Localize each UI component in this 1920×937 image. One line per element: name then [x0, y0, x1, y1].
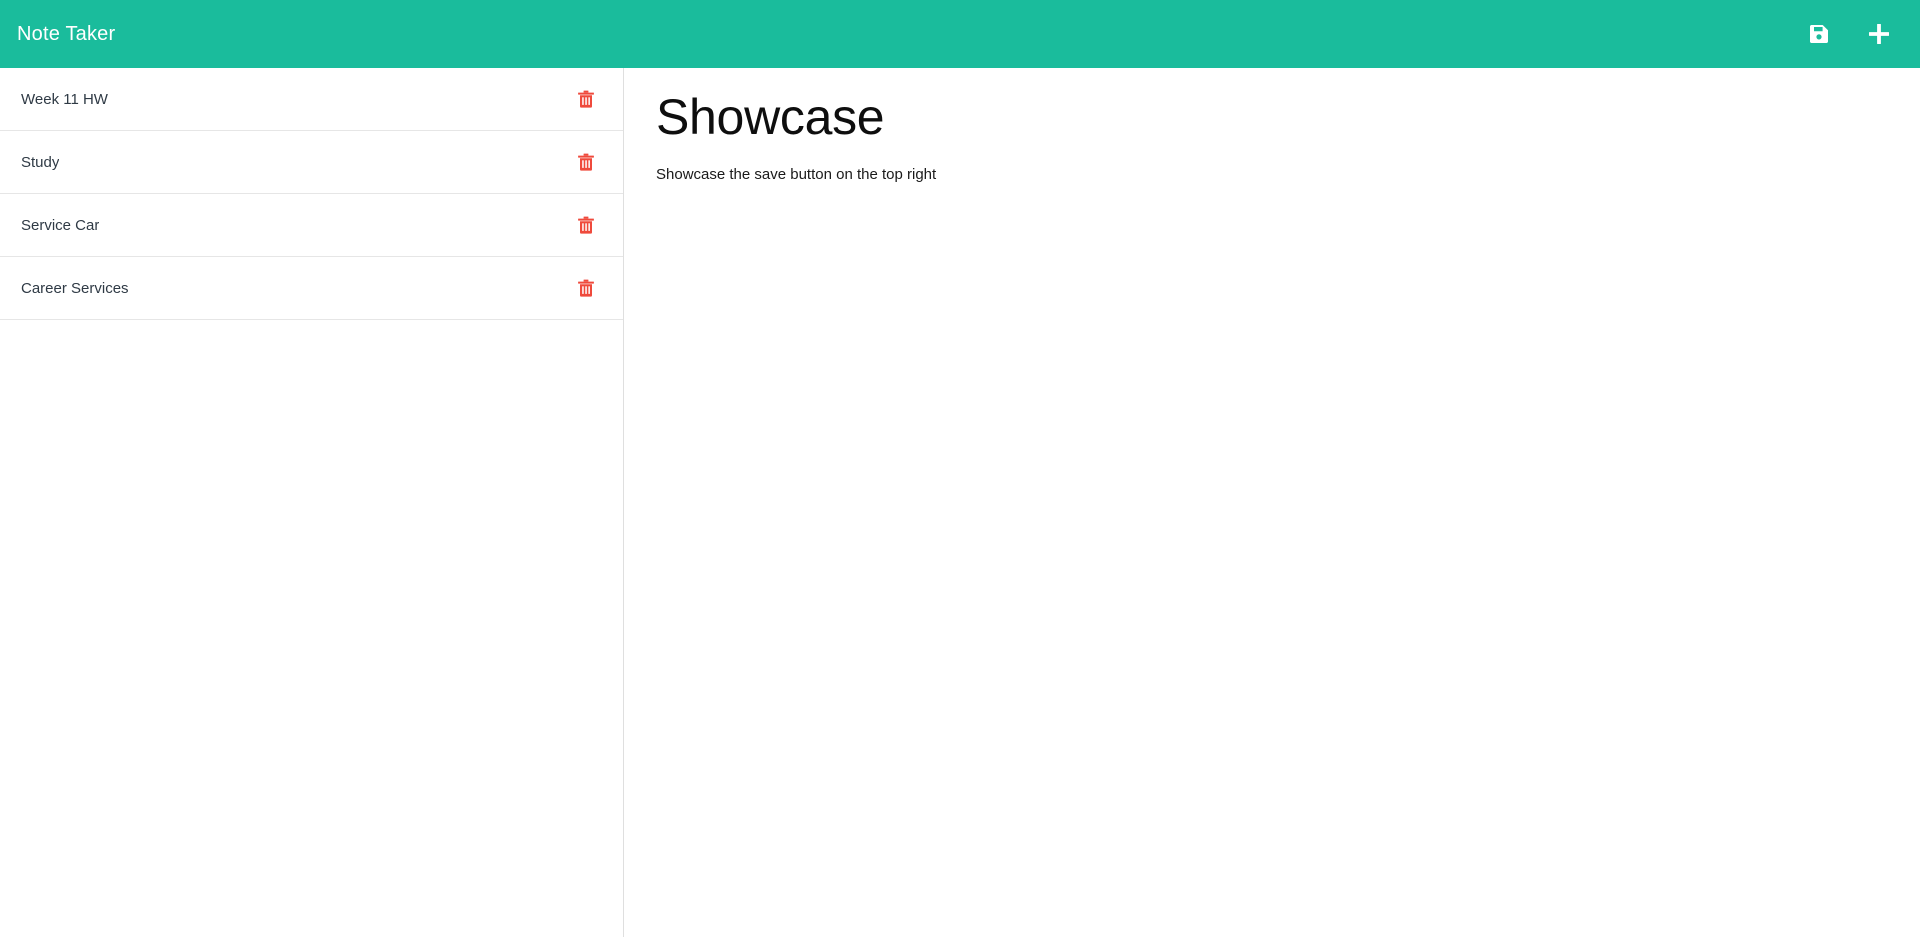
notes-sidebar: Week 11 HW Study Service Car Career Serv… — [0, 68, 624, 937]
plus-icon — [1866, 21, 1892, 47]
list-item[interactable]: Week 11 HW — [0, 68, 623, 131]
delete-note-button[interactable] — [575, 214, 597, 236]
note-title: Service Car — [21, 217, 100, 233]
navbar-actions — [1804, 19, 1920, 49]
list-item[interactable]: Service Car — [0, 194, 623, 257]
trash-icon — [577, 90, 595, 108]
note-text-field[interactable]: Showcase the save button on the top righ… — [656, 164, 1890, 187]
app-brand-title: Note Taker — [17, 23, 116, 45]
trash-icon — [577, 216, 595, 234]
trash-icon — [577, 279, 595, 297]
note-title: Week 11 HW — [21, 91, 108, 107]
trash-icon — [577, 153, 595, 171]
note-taker-app: Note Taker Week 11 HW Study Service Car … — [0, 0, 1920, 937]
note-title: Study — [21, 154, 60, 170]
notes-list: Week 11 HW Study Service Car Career Serv… — [0, 68, 623, 320]
delete-note-button[interactable] — [575, 151, 597, 173]
content-area: Week 11 HW Study Service Car Career Serv… — [0, 68, 1920, 937]
delete-note-button[interactable] — [575, 277, 597, 299]
list-item[interactable]: Career Services — [0, 257, 623, 320]
delete-note-button[interactable] — [575, 88, 597, 110]
list-item[interactable]: Study — [0, 131, 623, 194]
note-title: Career Services — [21, 280, 129, 296]
new-note-button[interactable] — [1864, 19, 1894, 49]
floppy-disk-save-icon — [1807, 22, 1831, 46]
save-button[interactable] — [1804, 19, 1834, 49]
top-navbar: Note Taker — [0, 0, 1920, 68]
note-title-field[interactable]: Showcase — [656, 90, 1890, 145]
note-editor-panel: Showcase Showcase the save button on the… — [624, 68, 1920, 937]
